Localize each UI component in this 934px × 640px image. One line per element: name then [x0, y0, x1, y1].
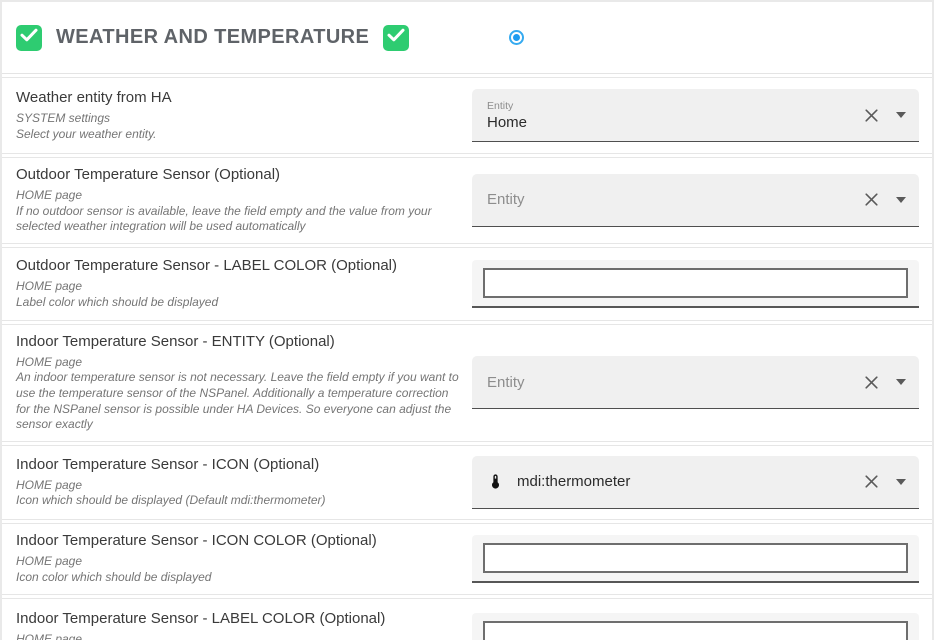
radio-selected-icon[interactable]: [509, 30, 524, 45]
setting-info: Indoor Temperature Sensor - LABEL COLOR …: [2, 610, 472, 640]
entity-select-field[interactable]: Entity: [472, 356, 919, 409]
color-input[interactable]: [483, 543, 908, 573]
setting-row: Indoor Temperature Sensor - ICON (Option…: [2, 445, 932, 520]
setting-description: Icon color which should be displayed: [16, 570, 460, 586]
setting-info: Indoor Temperature Sensor - ENTITY (Opti…: [2, 333, 472, 433]
setting-row: Indoor Temperature Sensor - ENTITY (Opti…: [2, 324, 932, 442]
chevron-down-icon[interactable]: [896, 379, 906, 385]
setting-field-area: Entity Home: [472, 89, 919, 142]
setting-field-area: [472, 613, 919, 640]
setting-description: Icon which should be displayed (Default …: [16, 493, 460, 509]
select-selected-value: Home: [487, 114, 527, 131]
setting-scope: HOME page: [16, 632, 460, 640]
setting-field-area: Entity: [472, 174, 919, 227]
entity-select-field[interactable]: Entity: [472, 174, 919, 227]
select-floating-label: Entity: [487, 100, 527, 112]
setting-title: Indoor Temperature Sensor - ICON (Option…: [16, 456, 460, 473]
check-icon: [20, 28, 38, 47]
setting-info: Outdoor Temperature Sensor (Optional) HO…: [2, 166, 472, 235]
settings-page: WEATHER AND TEMPERATURE Weather entity f…: [0, 0, 934, 640]
setting-scope: HOME page: [16, 355, 460, 371]
check-icon: [387, 28, 405, 47]
chevron-down-icon[interactable]: [896, 479, 906, 485]
setting-row: Weather entity from HA SYSTEM settings S…: [2, 77, 932, 154]
select-controls: [864, 192, 906, 207]
setting-title: Indoor Temperature Sensor - ICON COLOR (…: [16, 532, 460, 549]
section-header: WEATHER AND TEMPERATURE: [2, 2, 932, 74]
section-enabled-checkbox[interactable]: [16, 25, 42, 51]
setting-description: Select your weather entity.: [16, 127, 460, 143]
setting-title: Outdoor Temperature Sensor (Optional): [16, 166, 460, 183]
select-placeholder: Entity: [487, 191, 525, 208]
color-input-field: [472, 613, 919, 640]
select-controls: [864, 108, 906, 123]
entity-select-field[interactable]: Entity Home: [472, 89, 919, 142]
setting-field-area: Entity: [472, 356, 919, 409]
setting-title: Indoor Temperature Sensor - LABEL COLOR …: [16, 610, 460, 627]
select-value-area: Entity Home: [487, 100, 864, 131]
color-input-field: [472, 535, 919, 583]
setting-field-area: [472, 260, 919, 308]
setting-title: Outdoor Temperature Sensor - LABEL COLOR…: [16, 257, 460, 274]
setting-field-area: mdi:thermometer: [472, 456, 919, 509]
select-value-area: mdi:thermometer: [487, 472, 864, 491]
setting-info: Indoor Temperature Sensor - ICON (Option…: [2, 456, 472, 509]
select-value-area: Entity: [487, 191, 864, 208]
setting-row: Outdoor Temperature Sensor - LABEL COLOR…: [2, 247, 932, 321]
entity-select-field[interactable]: mdi:thermometer: [472, 456, 919, 509]
section-title: WEATHER AND TEMPERATURE: [56, 26, 369, 49]
setting-field-area: [472, 535, 919, 583]
select-controls: [864, 375, 906, 390]
chevron-down-icon[interactable]: [896, 112, 906, 118]
x-icon[interactable]: [864, 108, 879, 123]
select-placeholder: Entity: [487, 374, 525, 391]
x-icon[interactable]: [864, 192, 879, 207]
select-value-area: Entity: [487, 374, 864, 391]
setting-info: Outdoor Temperature Sensor - LABEL COLOR…: [2, 257, 472, 310]
chevron-down-icon[interactable]: [896, 197, 906, 203]
setting-info: Weather entity from HA SYSTEM settings S…: [2, 89, 472, 142]
thermometer-icon: [487, 472, 504, 491]
settings-list: Weather entity from HA SYSTEM settings S…: [2, 77, 932, 640]
color-input[interactable]: [483, 621, 908, 640]
setting-scope: HOME page: [16, 279, 460, 295]
setting-row: Indoor Temperature Sensor - ICON COLOR (…: [2, 523, 932, 595]
setting-title: Weather entity from HA: [16, 89, 460, 106]
color-input-field: [472, 260, 919, 308]
x-icon[interactable]: [864, 474, 879, 489]
setting-title: Indoor Temperature Sensor - ENTITY (Opti…: [16, 333, 460, 350]
setting-info: Indoor Temperature Sensor - ICON COLOR (…: [2, 532, 472, 585]
setting-description: Label color which should be displayed: [16, 295, 460, 311]
setting-row: Indoor Temperature Sensor - LABEL COLOR …: [2, 598, 932, 640]
select-selected-value: mdi:thermometer: [517, 473, 630, 490]
x-icon[interactable]: [864, 375, 879, 390]
color-input[interactable]: [483, 268, 908, 298]
setting-scope: HOME page: [16, 478, 460, 494]
section-secondary-checkbox[interactable]: [383, 25, 409, 51]
setting-description: An indoor temperature sensor is not nece…: [16, 370, 460, 432]
setting-row: Outdoor Temperature Sensor (Optional) HO…: [2, 157, 932, 244]
setting-scope: HOME page: [16, 188, 460, 204]
setting-scope: HOME page: [16, 554, 460, 570]
select-controls: [864, 474, 906, 489]
select-label-value: Entity Home: [487, 100, 527, 131]
setting-description: If no outdoor sensor is available, leave…: [16, 204, 460, 235]
setting-scope: SYSTEM settings: [16, 111, 460, 127]
